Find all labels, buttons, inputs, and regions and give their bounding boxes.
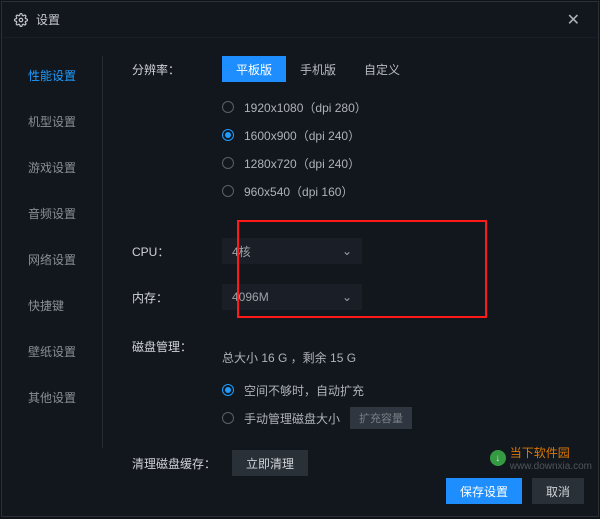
radio-icon[interactable] <box>222 101 234 113</box>
sidebar-item-game[interactable]: 游戏设置 <box>2 144 102 190</box>
watermark-name: 当下软件园 <box>510 444 592 461</box>
divider <box>102 56 103 448</box>
resolution-options: 1920x1080（dpi 280） 1600x900（dpi 240） 128… <box>222 94 568 204</box>
sidebar-item-other[interactable]: 其他设置 <box>2 374 102 420</box>
chevron-down-icon: ⌄ <box>342 290 352 304</box>
sidebar-item-model[interactable]: 机型设置 <box>2 98 102 144</box>
gear-icon <box>14 13 28 27</box>
settings-window: 设置 ✕ 性能设置 机型设置 游戏设置 音频设置 网络设置 快捷键 壁纸设置 其… <box>1 1 599 517</box>
radio-icon[interactable] <box>222 384 234 396</box>
sidebar: 性能设置 机型设置 游戏设置 音频设置 网络设置 快捷键 壁纸设置 其他设置 <box>2 38 102 516</box>
save-button[interactable]: 保存设置 <box>446 478 522 504</box>
disk-info: 总大小 16 G ，剩余 15 G <box>222 349 568 366</box>
expand-button: 扩充容量 <box>350 407 412 429</box>
cpu-label: CPU： <box>132 243 222 260</box>
disk-block: 磁盘管理： 总大小 16 G ，剩余 15 G 空间不够时，自动扩充 手动管理磁… <box>132 338 568 432</box>
sidebar-item-shortcut[interactable]: 快捷键 <box>2 282 102 328</box>
radio-icon[interactable] <box>222 412 234 424</box>
body: 性能设置 机型设置 游戏设置 音频设置 网络设置 快捷键 壁纸设置 其他设置 分… <box>2 38 598 516</box>
sidebar-item-audio[interactable]: 音频设置 <box>2 190 102 236</box>
cache-label: 清理磁盘缓存： <box>132 455 232 472</box>
resolution-label: 分辨率： <box>132 61 222 78</box>
sidebar-item-performance[interactable]: 性能设置 <box>2 52 102 98</box>
cpu-value: 4核 <box>232 243 251 260</box>
radio-icon[interactable] <box>222 185 234 197</box>
cancel-button[interactable]: 取消 <box>532 478 584 504</box>
disk-mode-options: 空间不够时，自动扩充 手动管理磁盘大小扩充容量 <box>222 376 568 432</box>
resolution-option[interactable]: 960x540（dpi 160） <box>222 178 568 204</box>
resolution-option[interactable]: 1920x1080（dpi 280） <box>222 94 568 120</box>
disk-mode-auto[interactable]: 空间不够时，自动扩充 <box>222 376 568 404</box>
resolution-row: 分辨率： 平板版 手机版 自定义 <box>132 56 568 82</box>
watermark: ↓ 当下软件园 www.downxia.com <box>490 444 592 472</box>
memory-select[interactable]: 4096M ⌄ <box>222 284 362 310</box>
sidebar-item-wallpaper[interactable]: 壁纸设置 <box>2 328 102 374</box>
window-title: 设置 <box>36 11 561 28</box>
cpu-row: CPU： 4核 ⌄ <box>132 238 568 264</box>
tab-tablet[interactable]: 平板版 <box>222 56 286 82</box>
sidebar-item-network[interactable]: 网络设置 <box>2 236 102 282</box>
tab-phone[interactable]: 手机版 <box>286 56 350 82</box>
radio-icon[interactable] <box>222 129 234 141</box>
memory-value: 4096M <box>232 290 269 304</box>
resolution-option[interactable]: 1280x720（dpi 240） <box>222 150 568 176</box>
close-icon[interactable]: ✕ <box>561 10 586 30</box>
chevron-down-icon: ⌄ <box>342 244 352 258</box>
resolution-tabs: 平板版 手机版 自定义 <box>222 56 414 82</box>
radio-icon[interactable] <box>222 157 234 169</box>
footer: 保存设置 取消 <box>446 478 584 504</box>
memory-label: 内存： <box>132 289 222 306</box>
content: 分辨率： 平板版 手机版 自定义 1920x1080（dpi 280） 1600… <box>102 38 598 516</box>
watermark-url: www.downxia.com <box>510 461 592 472</box>
resolution-option[interactable]: 1600x900（dpi 240） <box>222 122 568 148</box>
cpu-select[interactable]: 4核 ⌄ <box>222 238 362 264</box>
disk-label: 磁盘管理： <box>132 338 222 355</box>
watermark-badge-icon: ↓ <box>490 450 506 466</box>
memory-row: 内存： 4096M ⌄ <box>132 284 568 310</box>
clean-button[interactable]: 立即清理 <box>232 450 308 476</box>
titlebar: 设置 ✕ <box>2 2 598 38</box>
tab-custom[interactable]: 自定义 <box>350 56 414 82</box>
disk-mode-manual[interactable]: 手动管理磁盘大小扩充容量 <box>222 404 568 432</box>
